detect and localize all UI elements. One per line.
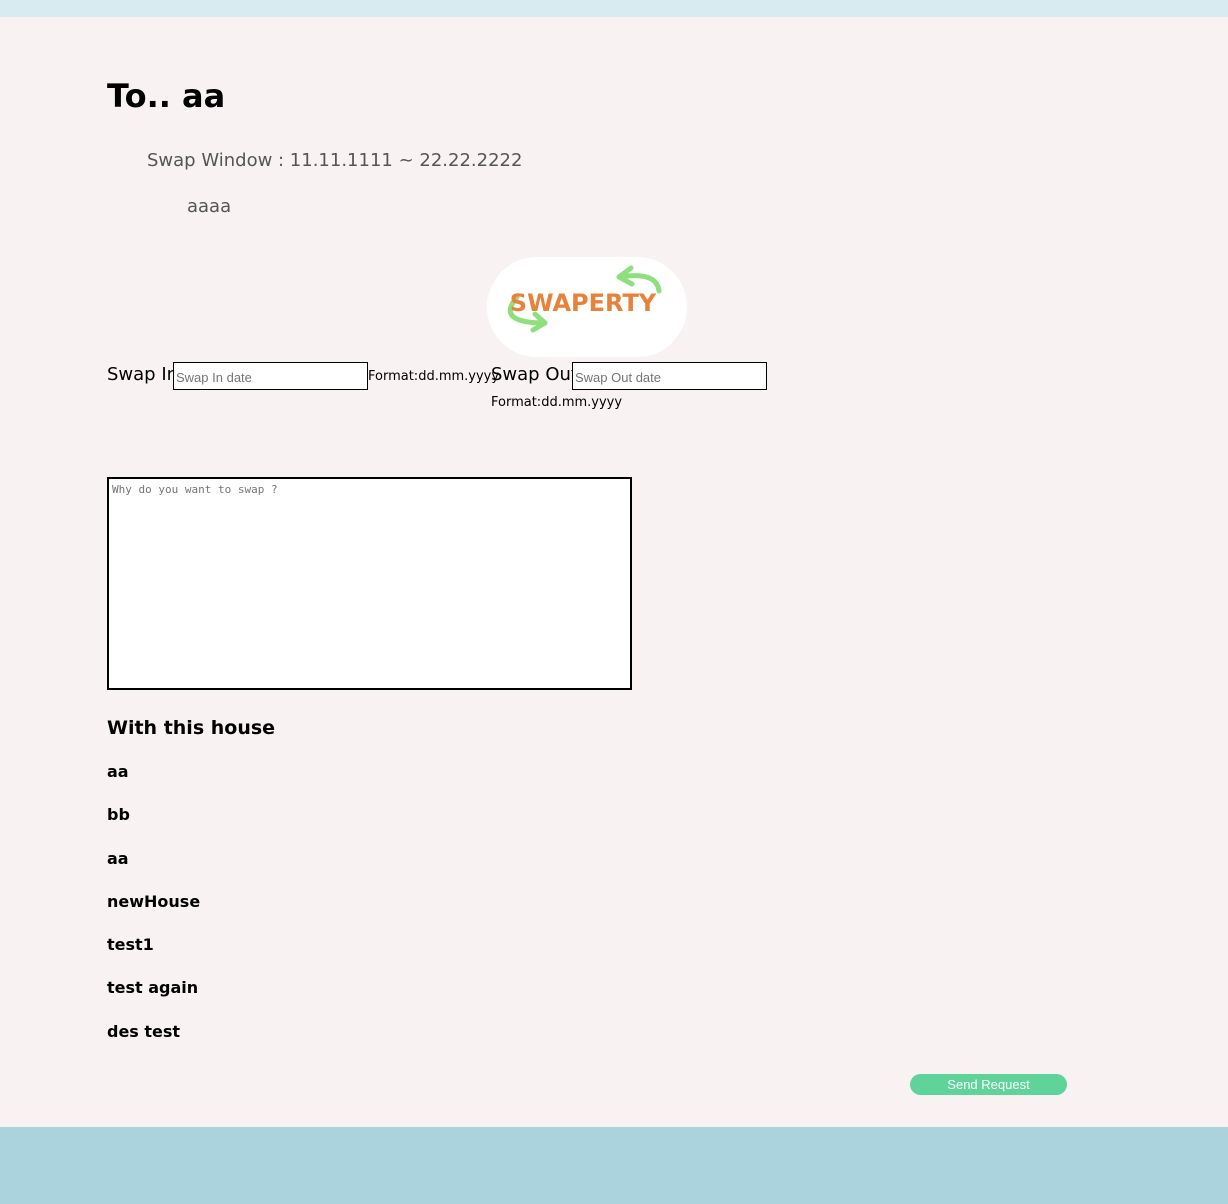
house-item[interactable]: newHouse bbox=[107, 890, 200, 933]
swap-in-date-input[interactable] bbox=[173, 362, 368, 390]
swaperty-logo: SWAPERTY bbox=[487, 257, 687, 357]
house-description: aaaa bbox=[187, 196, 232, 217]
top-bar bbox=[0, 0, 1228, 17]
swap-out-format-hint: Format:dd.mm.yyyy bbox=[491, 395, 623, 410]
swap-out-date-input[interactable] bbox=[572, 362, 767, 390]
house-item[interactable]: aa bbox=[107, 760, 200, 803]
house-item[interactable]: aa bbox=[107, 847, 200, 890]
swap-out-label: Swap Out bbox=[491, 364, 578, 385]
house-list: aa bb aa newHouse test1 test again des t… bbox=[107, 760, 200, 1063]
swap-reason-textarea[interactable] bbox=[107, 477, 632, 690]
swap-window-text: Swap Window : 11.11.1111 ~ 22.22.2222 bbox=[147, 150, 523, 171]
house-item[interactable]: test again bbox=[107, 976, 200, 1019]
with-house-heading: With this house bbox=[107, 717, 276, 739]
house-item[interactable]: des test bbox=[107, 1020, 200, 1063]
house-item[interactable]: test1 bbox=[107, 933, 200, 976]
footer bbox=[0, 1127, 1228, 1204]
logo-wordmark: SWAPERTY bbox=[510, 289, 657, 317]
swap-in-format-hint: Format:dd.mm.yyyy bbox=[368, 369, 500, 384]
swap-in-label: Swap In bbox=[107, 364, 179, 385]
house-item[interactable]: bb bbox=[107, 803, 200, 846]
send-request-button[interactable]: Send Request bbox=[910, 1074, 1067, 1095]
page-title: To.. aa bbox=[107, 77, 226, 115]
